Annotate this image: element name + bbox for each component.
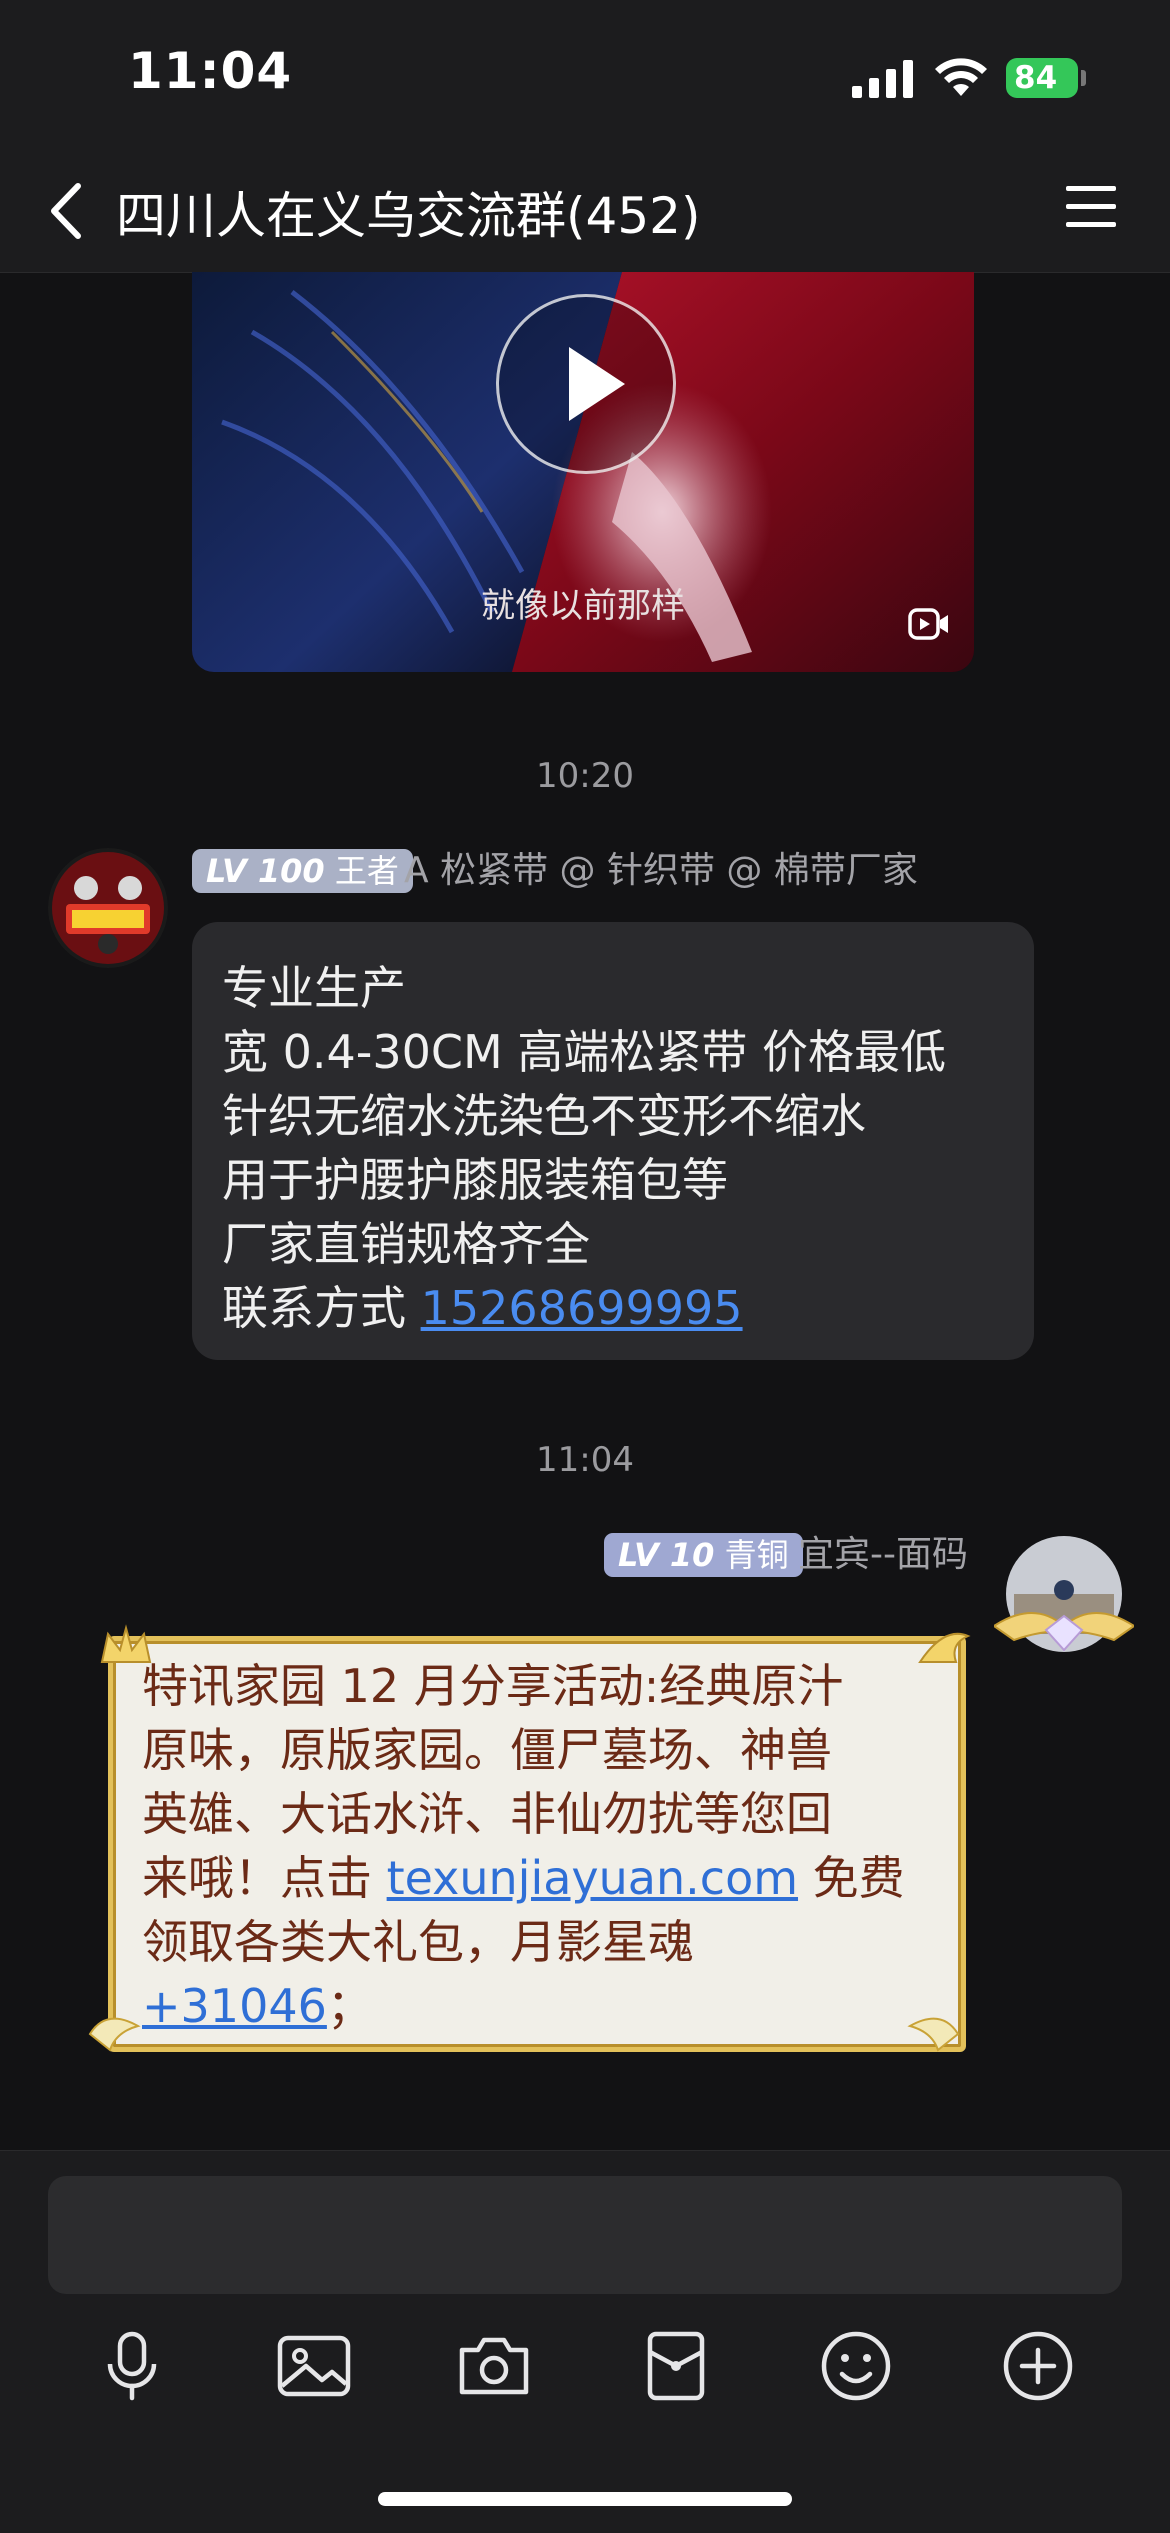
battery-icon: 84 [1006,58,1078,98]
microphone-icon[interactable] [94,2328,170,2404]
level-rank: 王者 [334,852,399,890]
avatar-image [992,1536,1136,1652]
message-timestamp: 10:20 [536,756,634,796]
message-line: 特讯家园 12 月分享活动:经典原汁 [142,1659,844,1713]
message-line: +31046； [142,1970,373,2036]
avatar[interactable] [48,848,168,968]
message-line: 宽 0.4-30CM 高端松紧带 价格最低 [222,1025,946,1079]
signal-icon [852,60,913,98]
battery-nub [1081,70,1086,86]
play-icon [569,347,625,421]
chevron-left-icon[interactable] [44,178,94,244]
wing-decoration-icon [918,1632,971,1663]
status-time: 11:04 [128,42,293,100]
message-line: 针织无缩水洗染色不变形不缩水 [222,1089,866,1143]
message-text: ； [326,1979,373,2033]
message-input[interactable] [48,2176,1122,2294]
number-link[interactable]: +31046 [142,1979,327,2033]
level-badge: LV 10 青铜 [604,1533,803,1577]
video-caption: 就像以前那样 [481,586,685,626]
wing-decoration-icon [88,2017,141,2052]
battery-level: 84 [1014,60,1058,96]
home-indicator[interactable] [378,2492,792,2506]
message-text: 来哦！点击 [142,1851,387,1905]
level-badge: LV 100 王者 [192,849,413,893]
red-packet-icon[interactable] [638,2328,714,2404]
wing-decoration-icon [907,2017,960,2052]
level-number: LV 10 [618,1536,715,1574]
contact-label: 联系方式 [222,1281,421,1335]
video-call-icon[interactable] [908,606,950,642]
phone-link[interactable]: 15268699995 [421,1281,743,1335]
message-line: 英雄、大话水浒、非仙勿扰等您回 [142,1787,832,1841]
image-icon[interactable] [276,2328,352,2404]
level-number: LV 100 [206,852,325,890]
message-line: 领取各类大礼包，月影星魂 [142,1915,694,1969]
message-line: 原味，原版家园。僵尸墓场、神兽 [142,1723,832,1777]
message-line: 厂家直销规格齐全 [222,1217,590,1271]
play-button[interactable] [496,294,676,474]
emoji-icon[interactable] [818,2328,894,2404]
message-line: 来哦！点击 texunjiayuan.com 免费 [142,1842,905,1908]
sender-name[interactable]: 宜宾--面码 [798,1533,968,1577]
message-line: 专业生产 [222,961,406,1015]
message-timestamp: 11:04 [536,1440,634,1480]
camera-icon[interactable] [456,2328,532,2404]
chat-title: 四川人在义乌交流群(452) [116,187,701,245]
website-link[interactable]: texunjiayuan.com [387,1851,798,1905]
message-line: 联系方式 15268699995 [222,1272,743,1338]
avatar-image [48,848,168,968]
level-rank: 青铜 [724,1536,789,1574]
menu-icon[interactable] [1066,184,1116,230]
avatar[interactable] [992,1530,1136,1670]
message-text: 免费 [798,1851,905,1905]
sender-name[interactable]: A 松紧带 @ 针织带 @ 棉带厂家 [404,849,918,893]
plus-icon[interactable] [1000,2328,1076,2404]
message-line: 用于护腰护膝服装箱包等 [222,1153,728,1207]
wifi-icon [935,58,987,96]
